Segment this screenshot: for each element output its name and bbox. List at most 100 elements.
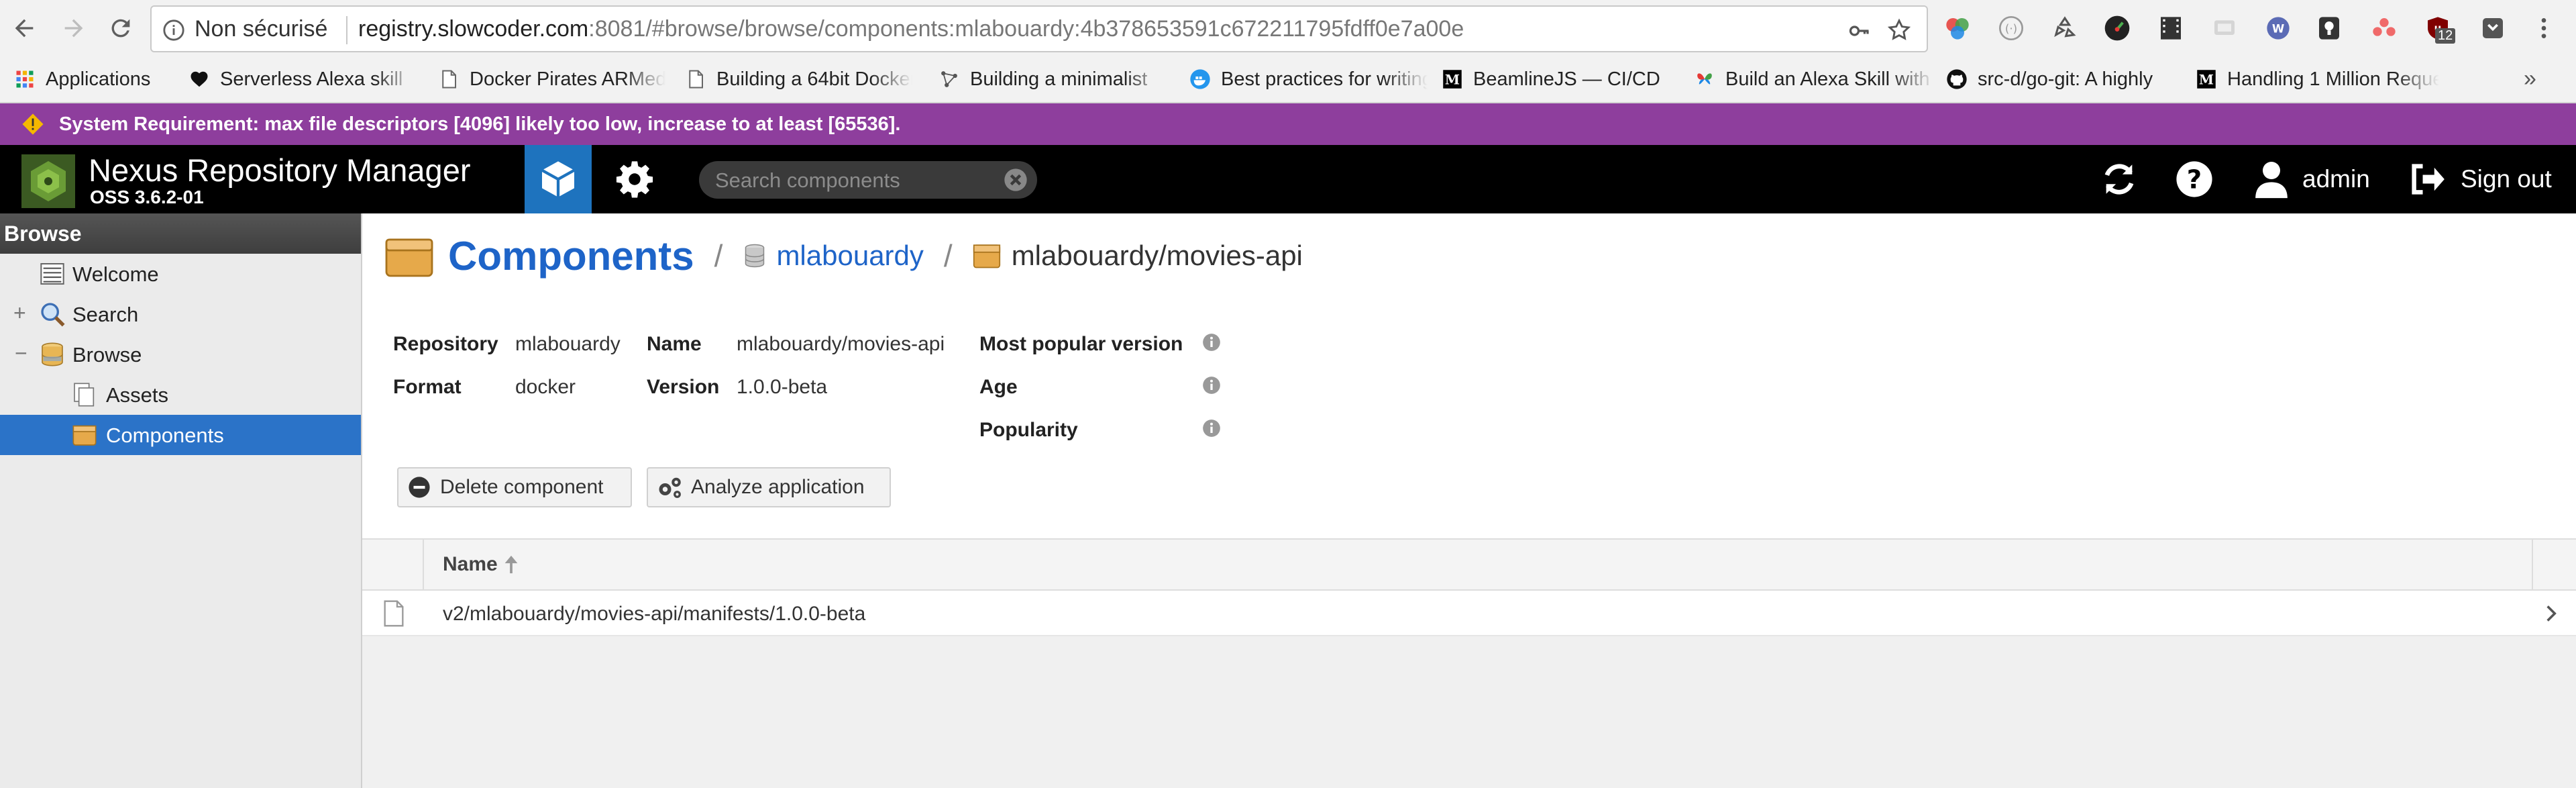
delete-component-label: Delete component (440, 476, 604, 498)
breadcrumb-components-link[interactable]: Components (448, 233, 694, 279)
sidebar-item-browse[interactable]: − Browse (0, 334, 361, 375)
lightbulb-extension-icon[interactable] (2316, 15, 2343, 42)
bookmark-64bit-docker[interactable]: Building a 64bit Docker (684, 66, 912, 93)
delete-component-button[interactable]: Delete component (397, 467, 632, 507)
github-icon (1945, 68, 1968, 91)
bookmark-label: BeamlineJS — CI/CD (1473, 68, 1660, 90)
administration-mode-button[interactable] (602, 145, 667, 213)
code-extension-icon[interactable]: (·) (1998, 15, 2025, 42)
recycle-extension-icon[interactable] (2051, 15, 2078, 42)
user-icon (2255, 162, 2288, 199)
gear-icon (616, 161, 653, 198)
info-icon[interactable] (162, 19, 185, 42)
name-value: mlabouardy/movies-api (737, 333, 945, 355)
address-bar[interactable]: Non sécurisé registry.slowcoder.com:8081… (150, 5, 1928, 52)
sidebar-item-search[interactable]: + Search (0, 294, 361, 334)
url-text[interactable]: registry.slowcoder.com:8081/#browse/brow… (358, 16, 1464, 42)
grid-header: Name (362, 538, 2576, 591)
search-box (699, 161, 1037, 199)
age-label: Age (979, 376, 1018, 398)
breadcrumb-repository-link[interactable]: mlabouardy (776, 240, 923, 272)
browser-toolbar: Non sécurisé registry.slowcoder.com:8081… (0, 0, 2576, 58)
sidebar-item-welcome[interactable]: Welcome (0, 254, 361, 294)
sidebar-item-label: Search (72, 303, 139, 326)
collapse-toggle-icon[interactable]: − (15, 341, 28, 366)
chevron-right-icon[interactable] (2544, 603, 2559, 628)
browse-mode-button[interactable] (525, 145, 592, 213)
heart-icon (188, 68, 211, 91)
forward-icon[interactable] (55, 9, 93, 47)
version-value: 1.0.0-beta (737, 376, 828, 398)
sidebar-item-label: Browse (72, 343, 142, 366)
svg-text:M: M (2199, 72, 2214, 88)
name-label: Name (647, 333, 702, 355)
color-wheel-extension-icon[interactable] (1944, 15, 1971, 42)
bookmark-docker-pirates[interactable]: Docker Pirates ARMed (437, 66, 665, 93)
help-button[interactable]: ? (2175, 145, 2218, 213)
popularity-label: Popularity (979, 419, 1078, 441)
sidebar-item-assets[interactable]: Assets (0, 375, 361, 415)
format-label: Format (393, 376, 462, 398)
bookmarks-bar: Applications Serverless Alexa skill Dock… (0, 58, 2576, 103)
bookmark-serverless-alexa[interactable]: Serverless Alexa skill (188, 66, 416, 93)
app-header: Nexus Repository Manager OSS 3.6.2-01 ? (0, 145, 2576, 213)
analyze-application-label: Analyze application (691, 476, 865, 498)
expand-toggle-icon[interactable]: + (13, 301, 26, 326)
components-box-icon (385, 234, 433, 277)
bookmark-handling-million[interactable]: M Handling 1 Million Requests (2195, 66, 2439, 93)
docker-icon (1189, 68, 1212, 91)
info-icon[interactable] (1202, 419, 1221, 438)
analyze-application-button[interactable]: Analyze application (647, 467, 891, 507)
butterfly-icon (1693, 68, 1716, 91)
refresh-icon (2104, 164, 2134, 195)
bookmark-applications[interactable]: Applications (13, 66, 174, 93)
ublock-extension-icon[interactable]: u 12 (2424, 15, 2456, 44)
sidebar-item-components[interactable]: Components (0, 415, 361, 455)
svg-text:W: W (2272, 23, 2284, 36)
refresh-button[interactable] (2100, 145, 2143, 213)
column-divider (423, 540, 424, 591)
asana-extension-icon[interactable] (2371, 15, 2398, 42)
repository-db-icon (743, 242, 767, 269)
bookmark-go-git[interactable]: src-d/go-git: A highly (1945, 66, 2200, 93)
user-menu[interactable]: admin (2254, 145, 2370, 213)
sidebar-item-label: Components (106, 424, 224, 447)
bookmark-alexa-skill[interactable]: Build an Alexa Skill with (1693, 66, 1935, 93)
bookmark-best-practices[interactable]: Best practices for writing (1189, 66, 1428, 93)
info-icon[interactable] (1202, 376, 1221, 395)
breadcrumb-separator: / (714, 238, 723, 273)
warning-icon (21, 113, 44, 141)
nexus-logo-icon (21, 154, 75, 208)
key-icon[interactable] (1847, 19, 1872, 43)
star-icon[interactable] (1886, 17, 1912, 43)
bookmark-label: Serverless Alexa skill (220, 68, 403, 90)
clear-search-icon[interactable] (1002, 166, 1029, 193)
breadcrumb-component: mlabouardy/movies-api (1011, 240, 1303, 271)
pocket-extension-icon[interactable] (2479, 15, 2506, 42)
list-icon (39, 260, 66, 287)
back-icon[interactable] (5, 9, 43, 47)
medium-icon: M (1441, 68, 1464, 91)
name-column-header[interactable]: Name (443, 553, 519, 576)
wappalyzer-extension-icon[interactable]: W (2265, 15, 2292, 42)
bookmarks-overflow-icon[interactable]: » (2524, 66, 2536, 92)
name-column-label: Name (443, 553, 498, 575)
network-icon (938, 68, 961, 91)
menu-kebab-icon[interactable] (2530, 15, 2557, 42)
bookmark-minimalist[interactable]: Building a minimalist (938, 66, 1166, 93)
speedometer-extension-icon[interactable] (2104, 15, 2131, 42)
screen-extension-icon[interactable] (2211, 15, 2238, 42)
bookmark-beamlinejs[interactable]: M BeamlineJS — CI/CD (1441, 66, 1674, 93)
file-icon (382, 600, 405, 630)
table-row[interactable]: v2/mlabouardy/movies-api/manifests/1.0.0… (362, 591, 2576, 636)
reload-icon[interactable] (102, 9, 140, 47)
sidebar: Browse Welcome + Search − Browse Assets … (0, 213, 362, 788)
info-icon[interactable] (1202, 333, 1221, 352)
format-value: docker (515, 376, 576, 398)
asset-name: v2/mlabouardy/movies-api/manifests/1.0.0… (443, 603, 866, 625)
search-input[interactable] (714, 165, 998, 196)
sign-out-button[interactable]: Sign out (2408, 145, 2552, 213)
film-extension-icon[interactable] (2157, 15, 2184, 42)
breadcrumb: Components / mlabouardy / mlabouardy/mov… (385, 233, 1303, 279)
apps-grid-icon (13, 68, 36, 91)
